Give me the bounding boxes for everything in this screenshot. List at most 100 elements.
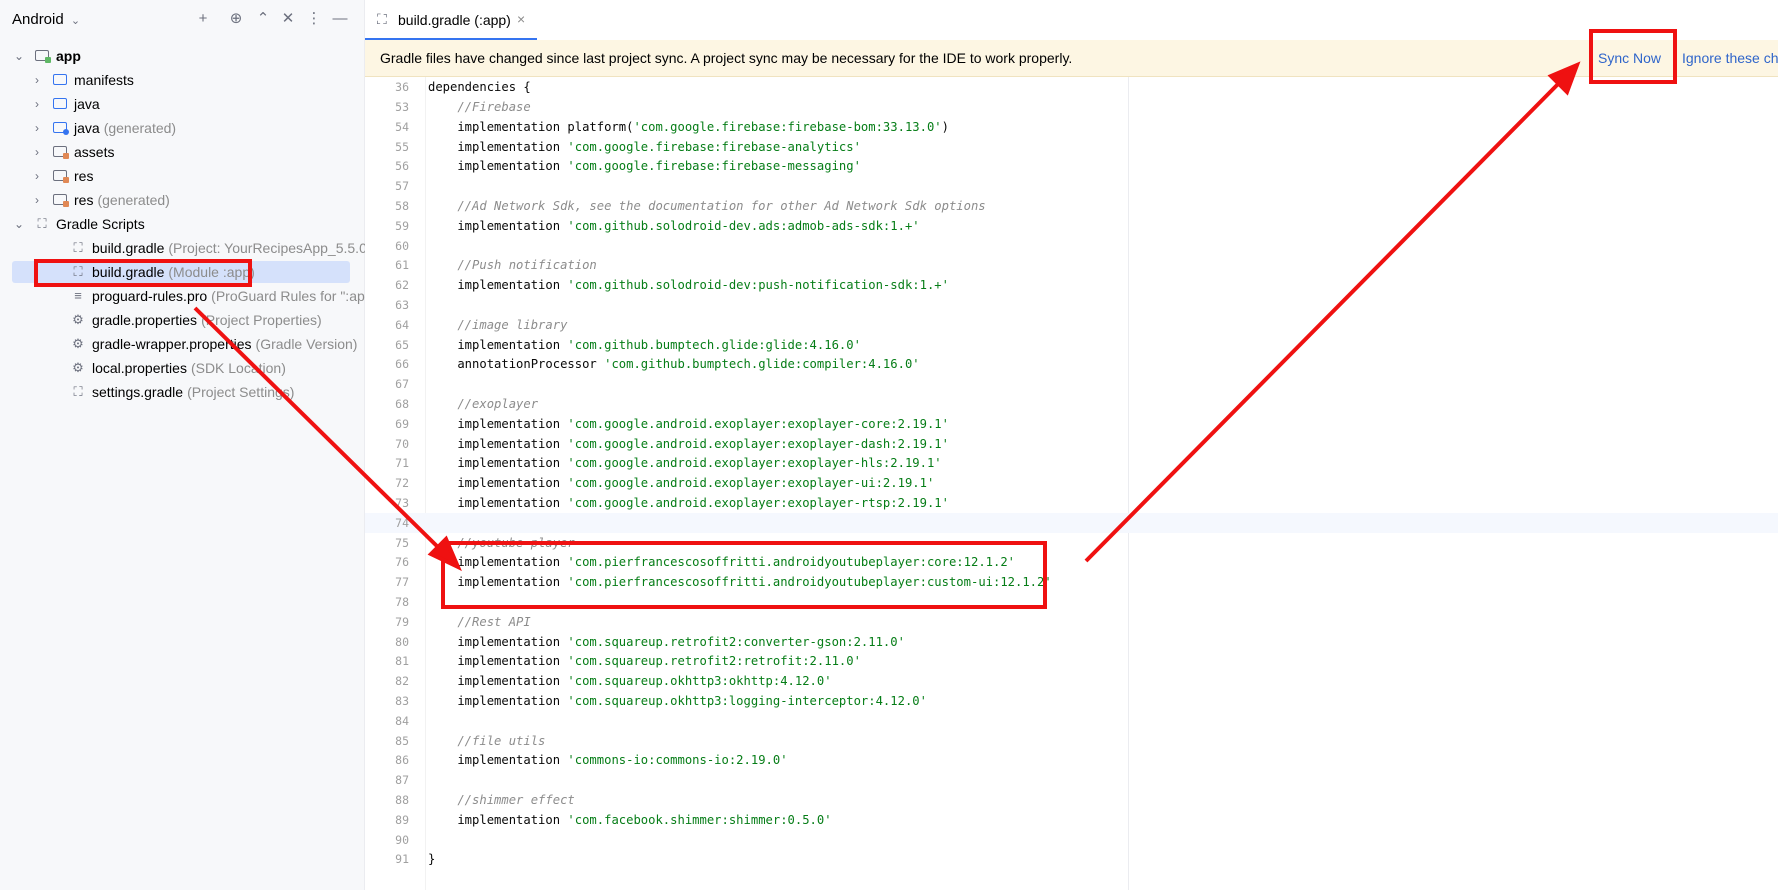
line-number: 68 [395,397,409,411]
string-literal: 'com.google.firebase:firebase-analytics' [567,139,861,154]
code-line: 90 [365,830,1778,850]
line-number: 71 [395,456,409,471]
code-text: //exoplayer [428,397,539,411]
string-literal: 'com.google.android.exoplayer:exoplayer-… [567,476,935,491]
tree-item[interactable]: ⚙ local.properties (SDK Location) [12,357,350,379]
code-text: implementation 'com.google.firebase:fire… [428,159,861,174]
tab-build-gradle-app[interactable]: ⛶ build.gradle (:app) × [365,0,537,40]
code-editor[interactable]: 36 dependencies { 53 //Firebase 54 implem… [365,77,1778,890]
add-icon[interactable]: + [194,10,212,28]
tree-item[interactable]: › assets [12,141,350,163]
tree-item[interactable]: › java (generated) [12,117,350,139]
line-number: 67 [395,377,409,392]
line-number: 72 [395,476,409,491]
tree-item-text: build.gradle (Module :app) [92,261,255,283]
code-line: 59 implementation 'com.github.solodroid-… [365,216,1778,236]
code-text: implementation 'com.github.solodroid-dev… [428,218,920,233]
line-number: 80 [395,634,409,649]
tree-item-text: java [74,93,100,115]
tree-item-meta: (Module :app) [168,264,255,280]
chevron-right-icon[interactable]: › [30,69,44,91]
collapse-all-icon[interactable]: ✕ [279,10,297,28]
code-text: } [428,852,436,867]
chevron-right-icon[interactable]: › [30,189,44,211]
code-line: 56 implementation 'com.google.firebase:f… [365,156,1778,176]
string-literal: 'com.squareup.retrofit2:converter-gson:2… [567,634,905,649]
string-literal: 'com.google.android.exoplayer:exoplayer-… [567,456,942,471]
sync-now-link[interactable]: Sync Now [1598,50,1661,66]
code-text: dependencies { [428,80,531,94]
tree-item[interactable]: ⛶ build.gradle (Module :app) [12,261,350,283]
minimize-icon[interactable]: — [331,10,349,28]
code-text: implementation platform('com.google.fire… [428,119,949,134]
chevron-right-icon[interactable]: › [30,117,44,139]
tree-item[interactable]: › java [12,93,350,115]
close-icon[interactable]: × [517,11,525,27]
tree-item[interactable]: › res [12,165,350,187]
chevron-right-icon[interactable]: › [30,165,44,187]
line-number: 85 [395,733,409,748]
tree-item[interactable]: › res (generated) [12,189,350,211]
line-number: 84 [395,713,409,728]
more-icon[interactable]: ⋮ [305,10,323,28]
chevron-right-icon[interactable]: › [30,141,44,163]
tree-item-meta: (generated) [97,192,170,208]
tree-item-label: manifests [74,72,134,88]
ignore-changes-link[interactable]: Ignore these ch [1682,50,1778,66]
line-number: 55 [395,139,409,154]
code-text: implementation 'commons-io:commons-io:2.… [428,753,788,768]
tree-item[interactable]: ⌄ app [12,45,350,67]
tree-item[interactable]: ⚙ gradle.properties (Project Properties) [12,309,350,331]
tree-item-text: gradle-wrapper.properties (Gradle Version… [92,333,357,355]
tree-item-label: res [74,168,94,184]
code-line: 68 //exoplayer [365,394,1778,414]
code-text: implementation 'com.facebook.shimmer:shi… [428,812,832,827]
expand-all-icon[interactable]: ⌃ [254,10,272,28]
tree-item-label: build.gradle [92,264,165,280]
locate-icon[interactable]: ⊕ [227,10,245,28]
generated-folder-icon [53,122,69,135]
settings-file-icon: ⚙ [72,336,84,351]
code-line: 66 annotationProcessor 'com.github.bumpt… [365,354,1778,374]
line-number: 73 [395,496,409,510]
code-line: 71 implementation 'com.google.android.ex… [365,453,1778,473]
tree-item-label: Gradle Scripts [56,216,145,232]
line-number: 83 [395,694,409,708]
module-folder-icon [35,50,51,63]
code-line: 85 //file utils [365,731,1778,751]
tree-item[interactable]: ⛶ settings.gradle (Project Settings) [12,381,350,403]
tree-item-label: build.gradle [92,240,165,256]
code-text: //youtube player [428,535,575,550]
tree-item[interactable]: ⛶ build.gradle (Project: YourRecipesApp_5.… [12,237,371,259]
code-line: 60 [365,236,1778,256]
code-text: //image library [428,317,568,332]
project-view-selector[interactable]: Android ⌄ [12,11,80,28]
project-panel: Android ⌄ + ⊕ ⌃ ✕ ⋮ — ⌄ app › manifests › jav… [0,0,382,890]
code-line: 70 implementation 'com.google.android.ex… [365,434,1778,454]
string-literal: 'com.squareup.okhttp3:okhttp:4.12.0' [567,674,832,689]
tree-item-meta: (Project Properties) [201,312,322,328]
settings-file-icon: ⚙ [72,312,84,327]
code-line: 62 implementation 'com.github.solodroid-… [365,275,1778,295]
line-number: 91 [395,852,409,867]
chevron-right-icon[interactable]: › [30,93,44,115]
resource-folder-icon [53,146,69,159]
tree-item-label: java [74,96,100,112]
line-number: 82 [395,674,409,689]
chevron-down-icon[interactable]: ⌄ [12,45,26,67]
chevron-down-icon[interactable]: ⌄ [12,213,26,235]
line-number: 75 [395,535,409,550]
code-line: 81 implementation 'com.squareup.retrofit… [365,651,1778,671]
folder-icon [53,74,67,85]
tree-item-text: res [74,165,93,187]
tree-item[interactable]: ⚙ gradle-wrapper.properties (Gradle Versio… [12,333,357,355]
code-line: 64 //image library [365,315,1778,335]
code-line: 75 //youtube player [365,533,1778,553]
code-text: //Firebase [428,100,531,114]
tree-item[interactable]: ⌄ ⛶ Gradle Scripts [12,213,350,235]
tree-item[interactable]: › manifests [12,69,350,91]
tree-item[interactable]: ≡ proguard-rules.pro (ProGuard Rules for "… [12,285,382,307]
tree-item-label: java [74,120,100,136]
code-text: //Ad Network Sdk, see the documentation … [428,199,986,213]
line-number: 64 [395,317,409,332]
